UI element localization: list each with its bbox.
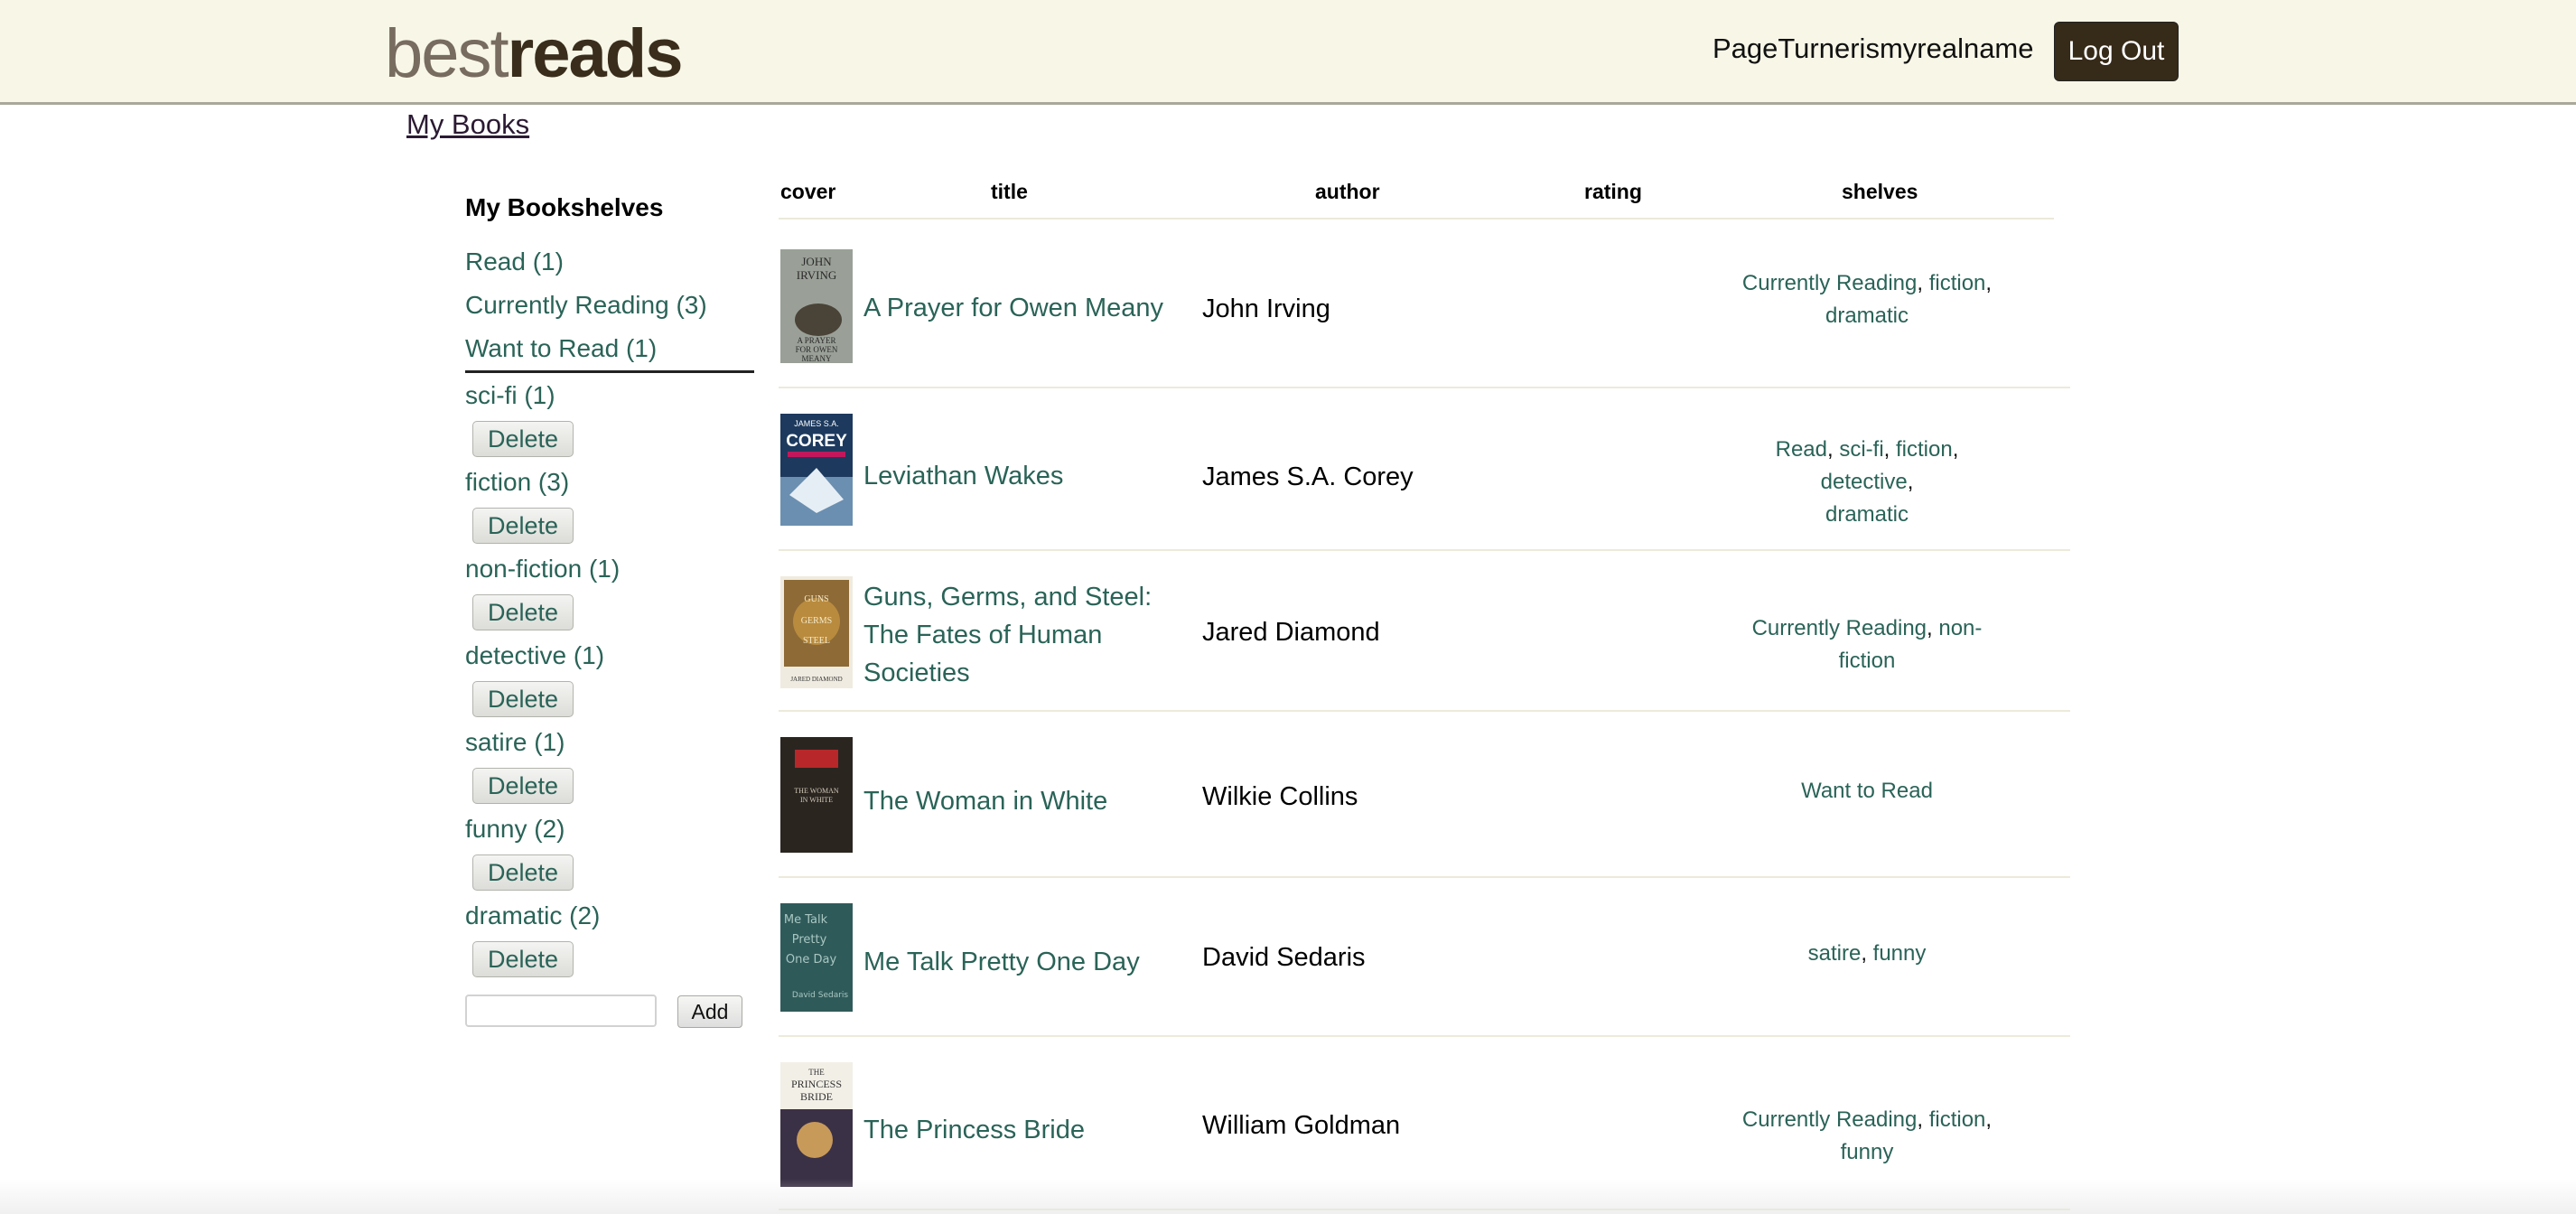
row-divider <box>779 1035 2070 1037</box>
shelf-tag-link[interactable]: fiction <box>1929 271 1986 295</box>
shelf-link-non-fiction[interactable]: non-fiction (1) <box>465 555 620 584</box>
cover-text: Me Talk <box>784 913 828 927</box>
row-divider <box>779 876 2070 878</box>
delete-shelf-sci-fi-button[interactable]: Delete <box>472 421 574 457</box>
shelf-tag-link[interactable]: sci-fi <box>1839 437 1883 462</box>
cover-text: One Day <box>786 953 837 967</box>
book-title-link[interactable]: Leviathan Wakes <box>863 457 1171 495</box>
delete-shelf-detective-button[interactable]: Delete <box>472 681 574 717</box>
book-author: William Goldman <box>1202 1111 1401 1140</box>
shelf-link-fiction[interactable]: fiction (3) <box>465 468 569 497</box>
book-title-link[interactable]: A Prayer for Owen Meany <box>863 289 1171 327</box>
shelf-link-satire[interactable]: satire (1) <box>465 728 565 757</box>
add-shelf-button[interactable]: Add <box>677 995 742 1028</box>
book-author: John Irving <box>1202 294 1330 323</box>
shelf-tag-link[interactable]: detective <box>1821 470 1908 494</box>
shelf-tag-link[interactable]: satire <box>1808 941 1862 966</box>
shelf-tag-link[interactable]: Currently Reading <box>1752 616 1927 640</box>
book-shelves: Read, sci-fi, fiction, detective, dramat… <box>1775 437 1959 527</box>
cover-text: BRIDE <box>800 1090 833 1103</box>
book-shelves: Currently Reading, fiction, funny <box>1741 1107 1993 1164</box>
cover-text: COREY <box>786 432 847 451</box>
shelf-link-currently-reading[interactable]: Currently Reading (3) <box>465 291 707 320</box>
cover-text: JOHN <box>801 255 832 268</box>
cover-text: MEANY <box>802 354 832 363</box>
book-author: James S.A. Corey <box>1202 462 1414 491</box>
cover-text: JARED DIAMOND <box>790 676 842 683</box>
book-shelves: Want to Read <box>1736 775 1998 808</box>
logo-light-text: best <box>385 15 509 92</box>
shelf-tag-link[interactable]: fiction <box>1929 1107 1986 1132</box>
book-cover-image[interactable]: JAMES S.A. COREY <box>780 414 853 526</box>
column-header-author: author <box>1315 180 1380 203</box>
shelf-tag-link[interactable]: dramatic <box>1825 304 1909 328</box>
shelf-link-want-to-read[interactable]: Want to Read (1) <box>465 334 657 363</box>
book-shelves: satire, funny <box>1807 941 1927 966</box>
username-label: PageTurnerismyrealname <box>1713 33 2034 64</box>
shelf-divider <box>465 370 754 373</box>
row-divider <box>779 710 2070 712</box>
delete-shelf-fiction-button[interactable]: Delete <box>472 508 574 544</box>
book-shelves: Currently Reading, fiction, dramatic <box>1741 271 1993 328</box>
book-cover-image[interactable]: THE WOMAN IN WHITE <box>780 737 853 853</box>
book-shelves: Currently Reading, non-fiction <box>1751 616 1983 673</box>
delete-shelf-dramatic-button[interactable]: Delete <box>472 941 574 977</box>
column-header-title: title <box>991 180 1028 203</box>
page-bottom-shadow <box>0 1179 2576 1214</box>
book-cover-image[interactable]: THE PRINCESS BRIDE <box>780 1062 853 1187</box>
app-logo[interactable]: bestreads <box>385 13 684 96</box>
book-title-link[interactable]: Me Talk Pretty One Day <box>863 943 1171 981</box>
cover-text: THE WOMAN <box>794 787 839 795</box>
sidebar-title: My Bookshelves <box>465 193 664 221</box>
shelf-tag-link[interactable]: Read <box>1776 437 1827 462</box>
book-title-link[interactable]: Guns, Germs, and Steel: The Fates of Hum… <box>863 578 1171 692</box>
shelf-link-funny[interactable]: funny (2) <box>465 815 565 844</box>
shelf-tag-link[interactable]: fiction <box>1896 437 1953 462</box>
shelf-tag-link[interactable]: Currently Reading <box>1742 1107 1917 1132</box>
my-books-link[interactable]: My Books <box>406 108 529 141</box>
cover-text: GERMS <box>801 616 832 626</box>
shelf-link-sci-fi[interactable]: sci-fi (1) <box>465 381 555 410</box>
table-header-divider <box>779 218 2054 219</box>
book-cover-image[interactable]: GUNS GERMS STEEL JARED DIAMOND <box>780 576 853 688</box>
delete-shelf-satire-button[interactable]: Delete <box>472 768 574 804</box>
shelf-tag-link[interactable]: Currently Reading <box>1742 271 1917 295</box>
column-header-rating: rating <box>1584 180 1642 203</box>
book-cover-image[interactable]: JOHN IRVING A PRAYER FOR OWEN MEANY <box>780 249 853 363</box>
row-divider <box>779 549 2070 551</box>
book-author: Jared Diamond <box>1202 618 1380 647</box>
logout-button[interactable]: Log Out <box>2054 22 2179 81</box>
cover-text: IRVING <box>797 268 836 282</box>
book-title-link[interactable]: The Woman in White <box>863 782 1171 820</box>
shelf-link-detective[interactable]: detective (1) <box>465 641 604 670</box>
book-title-link[interactable]: The Princess Bride <box>863 1111 1171 1149</box>
shelf-tag-link[interactable]: funny <box>1873 941 1927 966</box>
cover-text: Pretty <box>792 933 827 947</box>
cover-text: JAMES S.A. <box>794 419 839 428</box>
cover-text: IN WHITE <box>800 796 833 804</box>
book-author: Wilkie Collins <box>1202 782 1358 811</box>
cover-text: PRINCESS <box>791 1078 842 1090</box>
new-shelf-input[interactable] <box>465 995 657 1027</box>
cover-text: A PRAYER <box>798 336 836 345</box>
column-header-cover: cover <box>780 180 836 203</box>
cover-text: STEEL <box>803 636 830 646</box>
book-cover-image[interactable]: Me Talk Pretty One Day David Sedaris <box>780 903 853 1012</box>
cover-text: David Sedaris <box>792 991 849 1000</box>
shelf-tag-link[interactable]: dramatic <box>1825 502 1909 527</box>
logo-dark-text: reads <box>507 15 684 92</box>
delete-shelf-funny-button[interactable]: Delete <box>472 854 574 891</box>
cover-text: GUNS <box>804 594 828 604</box>
shelf-tag-link[interactable]: funny <box>1841 1140 1894 1164</box>
cover-text: THE <box>808 1068 825 1077</box>
row-divider <box>779 387 2070 388</box>
top-header: bestreads PageTurnerismyrealname Log Out <box>0 0 2576 105</box>
shelf-tag-link[interactable]: Want to Read <box>1801 779 1933 803</box>
shelf-link-dramatic[interactable]: dramatic (2) <box>465 901 600 930</box>
delete-shelf-non-fiction-button[interactable]: Delete <box>472 594 574 630</box>
column-header-shelves: shelves <box>1842 180 1918 203</box>
cover-text: FOR OWEN <box>796 345 838 354</box>
book-author: David Sedaris <box>1202 943 1366 972</box>
shelf-link-read[interactable]: Read (1) <box>465 247 564 276</box>
